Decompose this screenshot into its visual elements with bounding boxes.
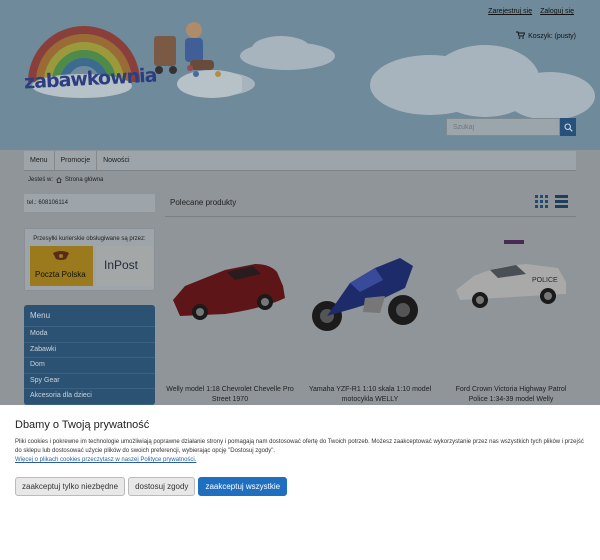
breadcrumb: Jesteś w: Strona główna (28, 177, 103, 185)
search-button[interactable] (560, 118, 576, 136)
accept-necessary-button[interactable]: zaakceptuj tylko niezbędne (15, 477, 126, 496)
product-image-yamaha[interactable] (305, 228, 435, 358)
section-title: Polecane produkty (170, 198, 237, 207)
cookie-title: Dbamy o Twoją prywatność (15, 419, 150, 431)
product-card[interactable]: POLICE Ford Crown Victoria Highway Patro… (446, 228, 576, 408)
privacy-policy-link[interactable]: Więcej o plikach cookies przeczytasz w n… (15, 457, 585, 463)
cart-link[interactable]: Koszyk: (pusty) (516, 31, 576, 41)
category-menu-title: Menu (24, 305, 155, 327)
category-item-moda[interactable]: Moda (24, 327, 155, 343)
inpost-logo: InPost (96, 246, 153, 286)
product-name[interactable]: Ford Crown Victoria Highway Patrol Polic… (446, 385, 576, 405)
police-label: POLICE (532, 277, 558, 284)
customize-consent-button[interactable]: dostosuj zgody (128, 477, 196, 496)
couriers-title: Przesyłki kurierskie obsługiwane są prze… (33, 236, 146, 242)
accept-all-button[interactable]: zaakceptuj wszystkie (198, 477, 288, 496)
category-item-akcesoria[interactable]: Akcesoria dla dzieci (24, 389, 155, 405)
breadcrumb-prefix: Jesteś w: (28, 177, 54, 183)
search-icon (563, 122, 573, 132)
register-link[interactable]: Zarejestruj się (488, 8, 532, 15)
cookie-buttons: zaakceptuj tylko niezbędne dostosuj zgod… (15, 477, 585, 496)
login-link[interactable]: Zaloguj się (540, 8, 574, 15)
search-bar (446, 118, 576, 136)
category-item-dom[interactable]: Dom (24, 358, 155, 374)
search-input[interactable] (446, 118, 560, 136)
nav-item-menu[interactable]: Menu (24, 151, 55, 170)
inpost-text: InPost (104, 258, 139, 272)
phone-number: tel.: 608106114 (24, 194, 155, 212)
product-image-chevelle[interactable] (165, 228, 295, 358)
couriers-box: Przesyłki kurierskie obsługiwane są prze… (24, 228, 155, 291)
home-icon (56, 177, 62, 185)
cart-toy-graphic (154, 36, 176, 66)
account-links: Zarejestruj się Zaloguj się (488, 8, 574, 15)
category-item-zabawki[interactable]: Zabawki (24, 343, 155, 358)
rainbow-logo-graphic (28, 22, 247, 98)
post-horn-icon (53, 251, 69, 260)
nav-item-nowosci[interactable]: Nowości (97, 151, 135, 170)
page: Zarejestruj się Zaloguj się Koszyk: (pus… (0, 0, 600, 560)
cart-label: Koszyk: (pusty) (528, 32, 576, 40)
header: Zarejestruj się Zaloguj się Koszyk: (pus… (0, 0, 600, 150)
breadcrumb-current[interactable]: Strona główna (65, 177, 103, 185)
product-name[interactable]: Welly model 1:18 Chevrolet Chevelle Pro … (165, 385, 295, 405)
cloud-decoration (252, 36, 310, 61)
cloud-decoration (505, 72, 595, 120)
main-nav: Menu Promocje Nowości (24, 151, 576, 171)
poczta-polska-text: Poczta Polska (35, 270, 86, 279)
divider (165, 216, 576, 217)
nav-item-promocje[interactable]: Promocje (55, 151, 98, 170)
poczta-polska-logo: Poczta Polska (30, 246, 93, 286)
product-card[interactable]: Welly model 1:18 Chevrolet Chevelle Pro … (165, 228, 295, 408)
product-name[interactable]: Yamaha YZF-R1 1:10 skala 1:10 model moto… (305, 385, 435, 405)
category-menu: Menu Moda Zabawki Dom Spy Gear Akcesoria… (24, 305, 155, 405)
basket-icon (516, 31, 526, 41)
cookie-text: Pliki cookies i pokrewne im technologie … (15, 439, 584, 454)
category-item-spy-gear[interactable]: Spy Gear (24, 374, 155, 389)
cookie-consent-banner: Dbamy o Twoją prywatność Pliki cookies i… (0, 405, 600, 560)
product-card[interactable]: Yamaha YZF-R1 1:10 skala 1:10 model moto… (305, 228, 435, 408)
list-view-icon[interactable] (555, 195, 568, 208)
child-graphic (186, 22, 202, 38)
product-image-police-car[interactable]: POLICE (446, 228, 576, 358)
logo[interactable]: zabawkownia (22, 22, 247, 107)
grid-view-icon[interactable] (535, 195, 548, 208)
